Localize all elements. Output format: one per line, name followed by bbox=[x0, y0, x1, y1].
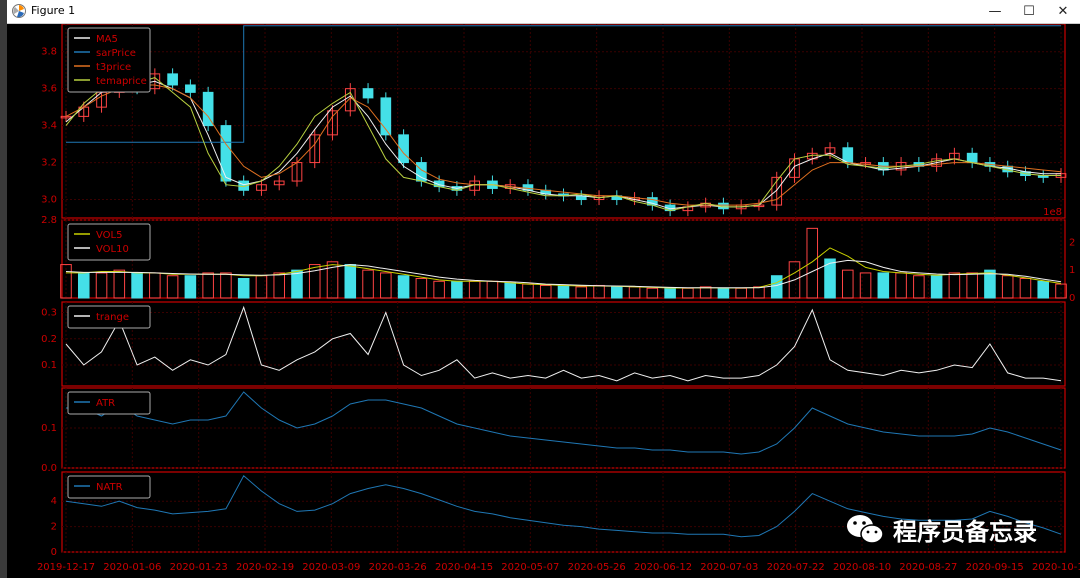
volume-bar bbox=[770, 275, 783, 299]
volume-bar bbox=[184, 275, 197, 299]
candle-body bbox=[185, 84, 196, 93]
title-bar[interactable]: Figure 1 — ☐ ✕ bbox=[7, 0, 1080, 24]
x-tick-label: 2020-08-27 bbox=[899, 562, 957, 573]
background-window-edge bbox=[0, 0, 7, 578]
x-tick-label: 2020-07-03 bbox=[700, 562, 758, 573]
legend-label: sarPrice bbox=[96, 48, 136, 59]
volume-bar bbox=[291, 269, 303, 299]
y-tick-label: 3.6 bbox=[41, 84, 57, 95]
panel-price bbox=[60, 24, 1067, 219]
y-tick-label: 0.1 bbox=[41, 423, 57, 434]
legend-label: temaprice bbox=[96, 76, 147, 87]
x-tick-label: 2019-12-17 bbox=[37, 562, 95, 573]
panel-trange bbox=[61, 301, 1066, 387]
panel-volume bbox=[60, 219, 1067, 299]
volume-bar bbox=[611, 286, 623, 299]
y-tick-label-right: 1 bbox=[1069, 265, 1075, 276]
y-tick-label: 3.2 bbox=[41, 158, 57, 169]
legend-label: MA5 bbox=[96, 34, 118, 45]
candle-body bbox=[362, 88, 374, 99]
watermark-text: 程序员备忘录 bbox=[893, 518, 1037, 546]
x-tick-label: 2020-01-23 bbox=[170, 562, 228, 573]
y-tick-label: 0.2 bbox=[41, 334, 57, 345]
volume-bar bbox=[877, 272, 890, 299]
volume-bar bbox=[557, 284, 570, 299]
legend-label: VOL5 bbox=[96, 230, 122, 241]
volume-bar bbox=[1037, 280, 1050, 299]
x-tick-label: 2020-09-15 bbox=[966, 562, 1024, 573]
legend-label: trange bbox=[96, 312, 129, 323]
volume-bar bbox=[397, 275, 410, 299]
legend-label: VOL10 bbox=[96, 244, 129, 255]
volume-bar bbox=[930, 275, 943, 299]
candle-body bbox=[220, 125, 232, 182]
x-tick-label: 2020-08-10 bbox=[833, 562, 891, 573]
minimize-button[interactable]: — bbox=[978, 0, 1012, 23]
y-tick-label: 0 bbox=[51, 547, 57, 558]
volume-bar bbox=[451, 280, 463, 299]
y-tick-label: 3.0 bbox=[41, 195, 57, 206]
x-tick-label: 2020-05-26 bbox=[568, 562, 626, 573]
panel-frame bbox=[61, 301, 1066, 387]
x-tick-label: 2020-07-22 bbox=[767, 562, 825, 573]
volume-bar bbox=[717, 287, 730, 299]
volume-bar bbox=[504, 282, 516, 299]
y-tick-label: 3.8 bbox=[41, 47, 57, 58]
x-tick-label: 2020-03-26 bbox=[369, 562, 427, 573]
y-tick-label-right: 2 bbox=[1069, 237, 1075, 248]
y-tick-label: 0.1 bbox=[41, 360, 57, 371]
y-tick-label: 0.3 bbox=[41, 308, 57, 319]
x-tick-label: 2020-05-07 bbox=[501, 562, 559, 573]
watermark: 程序员备忘录 bbox=[845, 512, 1037, 547]
close-button[interactable]: ✕ bbox=[1046, 0, 1080, 23]
legend-label: t3price bbox=[96, 62, 131, 73]
volume-bar bbox=[237, 278, 250, 299]
legend-label: NATR bbox=[96, 482, 123, 493]
axis-offset-label: 1e8 bbox=[1043, 207, 1062, 218]
figure-canvas: 3.0 3.2 3.4 3.6 3.8 1e8 MA5 sarPrice t3price tema… bbox=[37, 24, 1080, 573]
y-tick-label: 3.4 bbox=[41, 121, 57, 132]
x-tick-label: 2020-03-09 bbox=[302, 562, 360, 573]
candle-body bbox=[202, 91, 214, 127]
y-tick-label: 2 bbox=[51, 522, 57, 533]
x-tick-label: 2020-02-19 bbox=[236, 562, 294, 573]
volume-bar bbox=[664, 287, 676, 299]
candle-body bbox=[966, 152, 978, 164]
x-tick-label: 2020-10-12 bbox=[1032, 562, 1080, 573]
volume-bar bbox=[77, 272, 90, 299]
x-tick-label: 2020-04-15 bbox=[435, 562, 493, 573]
y-tick-label: 2.8 bbox=[41, 215, 57, 226]
y-tick-label-right: 0 bbox=[1069, 293, 1075, 304]
y-tick-label: 4 bbox=[51, 496, 57, 507]
x-tick-label: 2020-01-06 bbox=[103, 562, 161, 573]
figure-window: Figure 1 — ☐ ✕ 3.0 3.2 3.4 3.6 3.8 1e8 MA5 sarP… bbox=[7, 0, 1080, 578]
candle-body bbox=[167, 73, 178, 86]
volume-bar bbox=[131, 272, 143, 299]
maximize-button[interactable]: ☐ bbox=[1012, 0, 1046, 23]
matplotlib-app-icon bbox=[12, 4, 26, 18]
legend-label: ATR bbox=[96, 398, 115, 409]
volume-bar bbox=[344, 264, 357, 299]
y-tick-label: 0.0 bbox=[41, 463, 57, 474]
x-tick-label: 2020-06-12 bbox=[634, 562, 692, 573]
panel-atr bbox=[61, 387, 1066, 469]
window-title: Figure 1 bbox=[31, 4, 76, 17]
wechat-icon bbox=[847, 514, 884, 544]
